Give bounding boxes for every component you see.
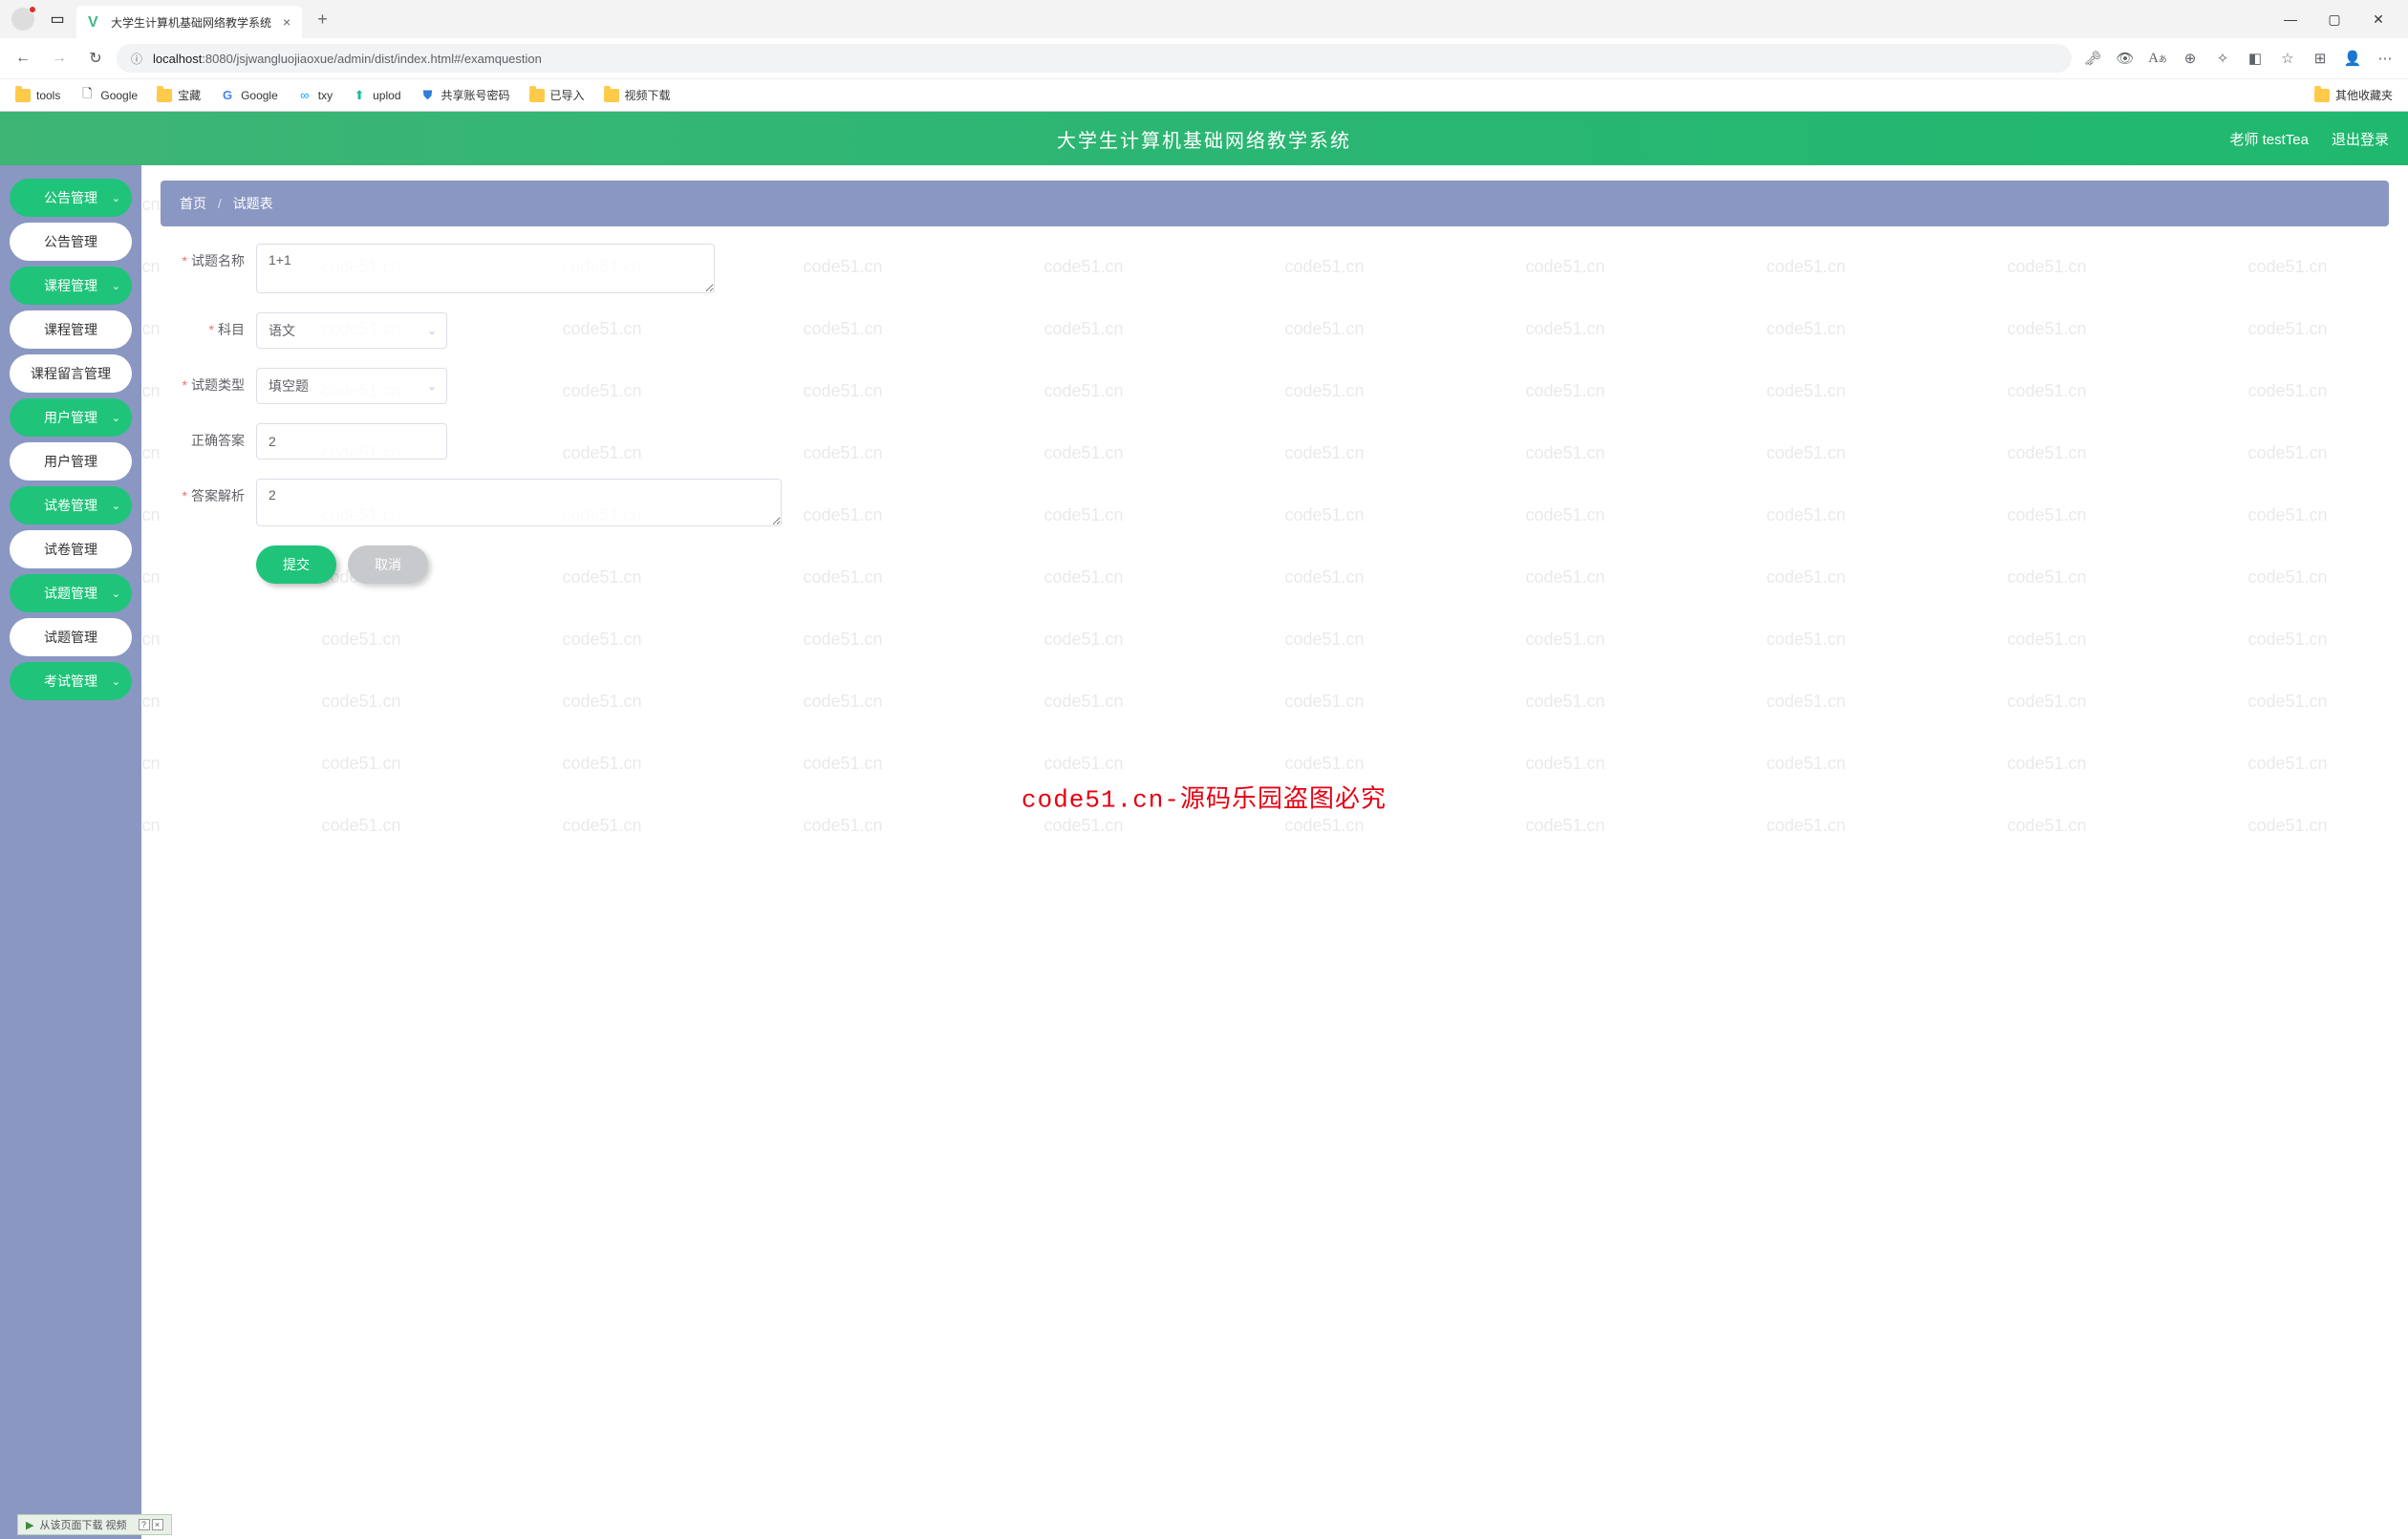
answer-analysis-label: *答案解析 bbox=[161, 479, 256, 505]
sidebar: 公告管理⌄公告管理课程管理⌄课程管理课程留言管理用户管理⌄用户管理试卷管理⌄试卷… bbox=[0, 165, 141, 1539]
tab-actions-icon[interactable]: ▭ bbox=[42, 4, 73, 34]
cancel-button[interactable]: 取消 bbox=[348, 545, 428, 584]
browser-chrome: ▭ V 大学生计算机基础网络教学系统 × + — ▢ ✕ ← → ↻ ⓘ loc… bbox=[0, 0, 2408, 112]
upload-icon: ⬆ bbox=[352, 88, 367, 103]
folder-icon bbox=[529, 89, 545, 102]
sidebar-item-5[interactable]: 用户管理⌄ bbox=[10, 398, 132, 437]
folder-icon bbox=[2314, 89, 2330, 102]
chevron-down-icon: ⌄ bbox=[427, 324, 437, 337]
password-icon[interactable]: 🗝 bbox=[2077, 43, 2108, 74]
refresh-button[interactable]: ↻ bbox=[80, 43, 111, 74]
breadcrumb: 首页 / 试题表 bbox=[161, 181, 2389, 226]
browser-tab[interactable]: V 大学生计算机基础网络教学系统 × bbox=[76, 6, 302, 38]
chevron-down-icon: ⌄ bbox=[112, 412, 120, 424]
bookmark-treasure[interactable]: 宝藏 bbox=[149, 83, 208, 107]
user-label[interactable]: 老师 testTea bbox=[2229, 129, 2309, 149]
folder-icon bbox=[15, 89, 31, 102]
back-button[interactable]: ← bbox=[8, 43, 38, 74]
chevron-down-icon: ⌄ bbox=[112, 280, 120, 292]
question-name-label: *试题名称 bbox=[161, 244, 256, 270]
content-area: 首页 / 试题表 *试题名称 *科目 语文 ⌄ *试题类型 填空题 ⌄ bbox=[141, 165, 2408, 1539]
sidebar-item-9[interactable]: 试题管理⌄ bbox=[10, 574, 132, 612]
address-bar: ← → ↻ ⓘ localhost:8080/jsjwangluojiaoxue… bbox=[0, 38, 2408, 78]
submit-button[interactable]: 提交 bbox=[256, 545, 336, 584]
site-info-icon[interactable]: ⓘ bbox=[128, 50, 145, 67]
bookmark-imported[interactable]: 已导入 bbox=[522, 83, 592, 107]
bookmark-txy[interactable]: ∞txy bbox=[290, 84, 340, 107]
maximize-button[interactable]: ▢ bbox=[2312, 4, 2356, 34]
app-title: 大学生计算机基础网络教学系统 bbox=[1057, 125, 1351, 153]
sidebar-item-2[interactable]: 课程管理⌄ bbox=[10, 267, 132, 305]
url-text: localhost:8080/jsjwangluojiaoxue/admin/d… bbox=[153, 52, 542, 66]
bookmark-share[interactable]: ⛊共享账号密码 bbox=[413, 83, 518, 107]
translate-icon[interactable]: 👁 bbox=[2110, 43, 2140, 74]
question-type-label: *试题类型 bbox=[161, 368, 256, 395]
question-type-select[interactable]: 填空题 ⌄ bbox=[256, 368, 447, 404]
google-icon: G bbox=[220, 88, 235, 103]
correct-answer-label: 正确答案 bbox=[161, 423, 256, 450]
correct-answer-input[interactable] bbox=[256, 423, 447, 460]
minimize-button[interactable]: — bbox=[2268, 4, 2312, 34]
sync-icon[interactable]: 👤 bbox=[2337, 43, 2368, 74]
url-input[interactable]: ⓘ localhost:8080/jsjwangluojiaoxue/admin… bbox=[117, 44, 2072, 73]
sidebar-item-10[interactable]: 试题管理 bbox=[10, 618, 132, 656]
folder-icon bbox=[157, 89, 172, 102]
more-icon[interactable]: ⋯ bbox=[2370, 43, 2400, 74]
page-icon: 🗋 bbox=[79, 88, 95, 103]
chevron-down-icon: ⌄ bbox=[112, 192, 120, 204]
sidebar-item-1[interactable]: 公告管理 bbox=[10, 223, 132, 261]
zoom-icon[interactable]: ⊕ bbox=[2175, 43, 2205, 74]
sidebar-item-11[interactable]: 考试管理⌄ bbox=[10, 662, 132, 700]
new-tab-button[interactable]: + bbox=[310, 6, 335, 33]
bookmark-google-doc[interactable]: 🗋Google bbox=[72, 84, 145, 107]
sidebar-item-7[interactable]: 试卷管理⌄ bbox=[10, 486, 132, 524]
folder-icon bbox=[604, 89, 619, 102]
close-window-button[interactable]: ✕ bbox=[2356, 4, 2400, 34]
chevron-down-icon: ⌄ bbox=[112, 588, 120, 600]
app-header: 大学生计算机基础网络教学系统 老师 testTea 退出登录 bbox=[0, 112, 2408, 165]
share-icon: ⛊ bbox=[420, 88, 436, 103]
bookmarks-bar: tools 🗋Google 宝藏 GGoogle ∞txy ⬆uplod ⛊共享… bbox=[0, 78, 2408, 111]
chevron-down-icon: ⌄ bbox=[112, 675, 120, 688]
tab-title: 大学生计算机基础网络教学系统 bbox=[111, 14, 271, 31]
other-bookmarks[interactable]: 其他收藏夹 bbox=[2307, 83, 2400, 107]
download-hint[interactable]: ▶ 从该页面下载 视频 ? × bbox=[17, 1514, 172, 1535]
chevron-down-icon: ⌄ bbox=[427, 379, 437, 393]
subject-select[interactable]: 语文 ⌄ bbox=[256, 312, 447, 349]
bookmark-video[interactable]: 视频下载 bbox=[596, 83, 678, 107]
vue-favicon-icon: V bbox=[88, 14, 103, 30]
mute-icon[interactable]: ? bbox=[139, 1519, 150, 1530]
subject-label: *科目 bbox=[161, 312, 256, 339]
tab-bar: ▭ V 大学生计算机基础网络教学系统 × + — ▢ ✕ bbox=[0, 0, 2408, 38]
breadcrumb-current: 试题表 bbox=[233, 196, 273, 211]
bookmark-tools[interactable]: tools bbox=[8, 85, 68, 106]
link-icon: ∞ bbox=[297, 88, 312, 103]
collections-icon[interactable]: ⊞ bbox=[2305, 43, 2335, 74]
app-container: code51.cncode51.cncode51.cncode51.cncode… bbox=[0, 112, 2408, 1539]
sidebar-item-6[interactable]: 用户管理 bbox=[10, 442, 132, 481]
chevron-down-icon: ⌄ bbox=[112, 500, 120, 512]
profile-button[interactable] bbox=[8, 4, 38, 34]
close-tab-icon[interactable]: × bbox=[283, 14, 290, 30]
sidebar-item-3[interactable]: 课程管理 bbox=[10, 310, 132, 349]
sidebar-icon[interactable]: ◧ bbox=[2240, 43, 2270, 74]
extensions-icon[interactable]: ✧ bbox=[2207, 43, 2238, 74]
sidebar-item-8[interactable]: 试卷管理 bbox=[10, 530, 132, 568]
bookmark-uplod[interactable]: ⬆uplod bbox=[344, 84, 408, 107]
bookmark-google[interactable]: GGoogle bbox=[212, 84, 286, 107]
reader-icon[interactable]: Aあ bbox=[2142, 43, 2173, 74]
forward-button[interactable]: → bbox=[44, 43, 75, 74]
sidebar-item-0[interactable]: 公告管理⌄ bbox=[10, 179, 132, 217]
close-hint-icon[interactable]: × bbox=[152, 1519, 163, 1530]
favorite-icon[interactable]: ☆ bbox=[2272, 43, 2303, 74]
question-name-input[interactable] bbox=[256, 244, 715, 293]
sidebar-item-4[interactable]: 课程留言管理 bbox=[10, 354, 132, 393]
logout-link[interactable]: 退出登录 bbox=[2332, 129, 2389, 149]
play-icon: ▶ bbox=[26, 1519, 33, 1531]
breadcrumb-home[interactable]: 首页 bbox=[180, 196, 206, 211]
answer-analysis-input[interactable] bbox=[256, 479, 782, 526]
